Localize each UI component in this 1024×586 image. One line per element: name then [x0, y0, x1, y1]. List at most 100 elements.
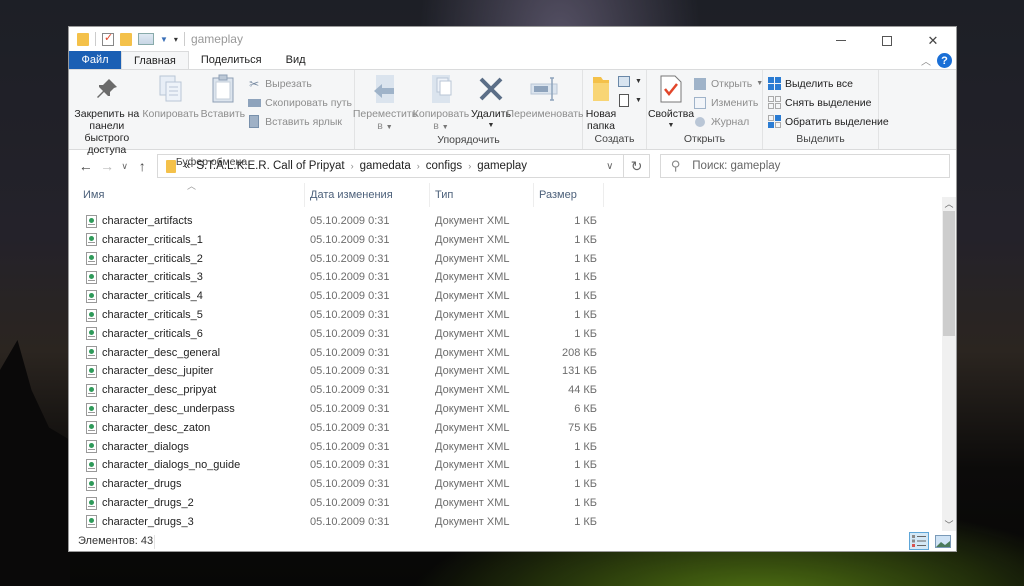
breadcrumb-item[interactable]: gameplay [477, 160, 527, 172]
scroll-down-button[interactable]: ﹀ [942, 517, 956, 531]
pin-to-quick-access-button[interactable]: Закрепить на панели быстрого доступа [71, 73, 143, 156]
paste-shortcut-label: Вставить ярлык [265, 115, 342, 128]
breadcrumb-item[interactable]: S.T.A.L.K.E.R. Call of Pripyat [196, 160, 344, 172]
paste-shortcut-button[interactable]: Вставить ярлык [247, 113, 352, 130]
select-all-button[interactable]: Выделить все [767, 75, 889, 92]
tab-view[interactable]: Вид [274, 51, 318, 69]
open-button[interactable]: Открыть ▼ [693, 75, 763, 92]
xml-file-icon [86, 477, 97, 491]
table-row[interactable]: character_criticals_2 05.10.2009 0:31 Доку… [69, 249, 942, 268]
column-header-size[interactable]: Размер [534, 182, 604, 207]
move-to-button[interactable]: Переместить в ▼ [353, 73, 417, 134]
table-row[interactable]: character_desc_jupiter 05.10.2009 0:31 Док… [69, 362, 942, 381]
table-row[interactable]: character_criticals_6 05.10.2009 0:31 Доку… [69, 324, 942, 343]
scroll-up-button[interactable]: ︿ [942, 197, 956, 211]
breadcrumb-item[interactable]: configs [426, 160, 462, 172]
table-row[interactable]: character_drugs_3 05.10.2009 0:31 Документ… [69, 512, 942, 531]
details-view-button[interactable] [909, 532, 929, 551]
address-history-dropdown[interactable]: ∨ [606, 161, 613, 172]
table-row[interactable]: character_dialogs_no_guide 05.10.2009 0:3… [69, 456, 942, 475]
delete-button[interactable]: Удалить ▼ [471, 73, 511, 134]
table-row[interactable]: character_desc_zaton 05.10.2009 0:31 Докум… [69, 418, 942, 437]
paste-shortcut-icon [247, 115, 261, 129]
search-input[interactable]: ⚲ Поиск: gameplay [659, 154, 950, 179]
file-name-cell: character_desc_jupiter [69, 364, 305, 378]
new-folder-button[interactable]: Новая папка [585, 73, 617, 133]
new-item-button[interactable]: ▼ [617, 73, 642, 90]
new-folder-icon[interactable] [120, 32, 132, 46]
table-row[interactable]: character_desc_pripyat 05.10.2009 0:31 Док… [69, 381, 942, 400]
table-row[interactable]: character_criticals_3 05.10.2009 0:31 Доку… [69, 268, 942, 287]
history-button[interactable]: Журнал [693, 113, 763, 130]
file-size: 1 КБ [574, 497, 597, 509]
open-group: Свойства ▼ Открыть ▼ Изменить Журнал Отк… [647, 70, 763, 150]
paste-button[interactable]: Вставить [199, 73, 248, 156]
tab-share[interactable]: Поделиться [189, 51, 274, 69]
invert-selection-button[interactable]: Обратить выделение [767, 113, 889, 130]
table-row[interactable]: character_artifacts 05.10.2009 0:31 Докуме… [69, 212, 942, 231]
clipboard-group: Закрепить на панели быстрого доступа Коп… [69, 70, 355, 168]
minimize-icon [836, 40, 846, 41]
file-size: 1 КБ [574, 440, 597, 453]
file-date: 05.10.2009 0:31 [310, 327, 390, 340]
select-none-button[interactable]: Снять выделение [767, 94, 889, 111]
customize-qat-icon[interactable]: ▾ [174, 35, 178, 44]
column-header-date[interactable]: Дата изменения [305, 182, 430, 207]
chevron-right-icon[interactable]: › [417, 161, 420, 171]
chevron-down-icon[interactable]: ▼ [160, 35, 168, 44]
refresh-button[interactable]: ↻ [624, 154, 650, 179]
copy-to-button[interactable]: Копировать в ▼ [413, 73, 469, 134]
properties-icon [655, 73, 687, 105]
table-row[interactable]: character_dialogs 05.10.2009 0:31 Документ… [69, 437, 942, 456]
properties-button[interactable]: Свойства ▼ [648, 73, 694, 133]
table-row[interactable]: character_drugs 05.10.2009 0:31 Документ X… [69, 475, 942, 494]
xml-file-icon [86, 327, 97, 341]
help-icon[interactable]: ? [937, 53, 952, 69]
chevron-right-icon[interactable]: › [351, 161, 354, 171]
collapse-ribbon-icon[interactable]: ︿ [921, 53, 931, 68]
breadcrumb-item[interactable]: gamedata [360, 160, 411, 172]
copy-path-button[interactable]: Скопировать путь [247, 94, 352, 111]
file-type: Документ XML [435, 346, 510, 359]
table-row[interactable]: character_criticals_5 05.10.2009 0:31 Доку… [69, 306, 942, 325]
file-name-cell: character_criticals_2 [69, 252, 305, 266]
file-type: Документ XML [435, 459, 510, 472]
minimize-button[interactable] [818, 27, 864, 54]
customize-view-icon[interactable] [138, 33, 154, 46]
xml-file-icon [86, 270, 97, 284]
cut-button[interactable]: ✂ Вырезать [247, 75, 352, 92]
file-name: character_criticals_6 [102, 327, 203, 340]
scrollbar-thumb[interactable] [943, 210, 955, 336]
address-bar[interactable]: « S.T.A.L.K.E.R. Call of Pripyat › gamed… [156, 154, 625, 179]
maximize-button[interactable] [864, 27, 910, 54]
rename-button[interactable]: Переименовать [507, 73, 584, 134]
delete-icon [475, 73, 507, 105]
file-name-cell: character_dialogs [69, 440, 305, 454]
select-none-icon [767, 96, 781, 110]
large-icons-view-button[interactable] [933, 532, 953, 550]
file-type: Документ XML [435, 252, 510, 265]
tab-home[interactable]: Главная [121, 51, 189, 70]
file-rows: character_artifacts 05.10.2009 0:31 Докуме… [69, 207, 942, 532]
table-row[interactable]: character_desc_general 05.10.2009 0:31 Док… [69, 343, 942, 362]
properties-icon[interactable] [102, 31, 114, 46]
edit-button[interactable]: Изменить [693, 94, 763, 111]
table-row[interactable]: character_desc_underpass 05.10.2009 0:31 Д… [69, 400, 942, 419]
move-to-icon [369, 73, 401, 105]
column-header-type[interactable]: Тип [430, 182, 534, 207]
vertical-scrollbar[interactable]: ︿ ﹀ [942, 196, 956, 532]
easy-access-button[interactable]: ▼ [617, 92, 642, 109]
xml-file-icon [86, 383, 97, 397]
copy-button[interactable]: Копировать [142, 73, 199, 156]
table-row[interactable]: character_drugs_2 05.10.2009 0:31 Документ… [69, 494, 942, 513]
breadcrumb-overflow[interactable]: « [184, 160, 190, 172]
close-button[interactable]: ✕ [910, 27, 956, 54]
breadcrumb: « S.T.A.L.K.E.R. Call of Pripyat › gamed… [184, 160, 527, 172]
chevron-right-icon[interactable]: › [468, 161, 471, 171]
table-row[interactable]: character_criticals_1 05.10.2009 0:31 Доку… [69, 230, 942, 249]
copy-to-icon [425, 73, 457, 105]
tab-file[interactable]: Файл [69, 51, 121, 70]
xml-file-icon [86, 233, 97, 247]
table-row[interactable]: character_criticals_4 05.10.2009 0:31 Доку… [69, 287, 942, 306]
organize-group: Переместить в ▼ Копировать в ▼ Удалить ▼… [353, 70, 584, 150]
